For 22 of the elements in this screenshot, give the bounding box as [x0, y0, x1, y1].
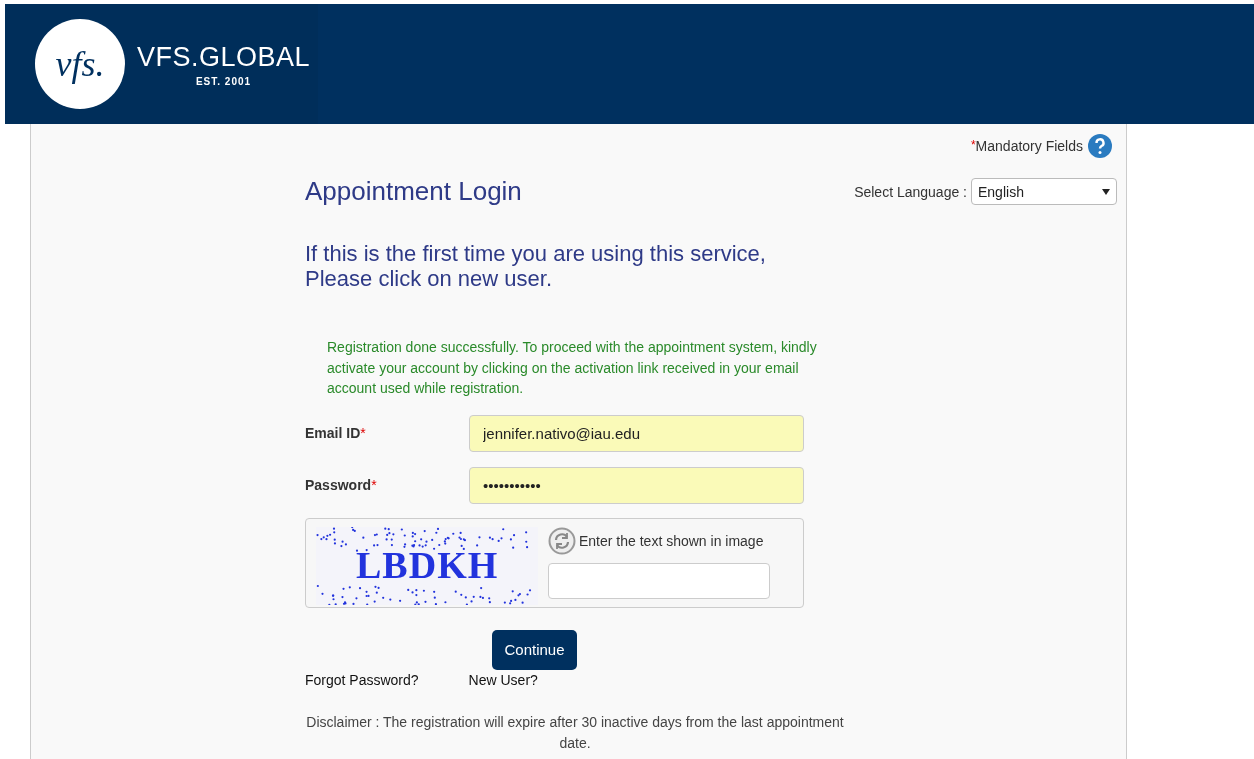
captcha-prompt: Enter the text shown in image: [579, 532, 764, 549]
field-label: Password*: [305, 477, 378, 493]
intro-text: If this is the first time you are using this service, Please click on new user.: [305, 241, 767, 291]
logo-mark: vfs.: [35, 19, 125, 109]
established-text: EST. 2001: [195, 75, 252, 87]
dropdown-caret-icon: [1102, 188, 1110, 195]
email-field[interactable]: jennifer.nativo@iau.edu: [469, 414, 804, 452]
refresh-icon[interactable]: [548, 526, 576, 555]
password-field[interactable]: •••••••••••: [469, 466, 804, 504]
language-label: Select Language :: [854, 183, 967, 200]
help-icon[interactable]: [1088, 134, 1112, 158]
language-select[interactable]: English: [971, 178, 1117, 205]
continue-button[interactable]: Continue: [492, 629, 577, 670]
mandatory-fields-note: *Mandatory Fields: [970, 138, 1083, 154]
brand-name: VFS.GLOBAL: [137, 41, 311, 73]
disclaimer-text: Disclaimer : The registration will expire after 30 inactive days from the last appointment date.: [305, 712, 845, 753]
link[interactable]: New User?: [468, 671, 538, 688]
link[interactable]: Forgot Password?: [305, 671, 419, 688]
captcha-field[interactable]: [548, 562, 770, 599]
success-message: Registration done successfully. To proceed with the appointment system, kindly activate your account by clicking on the activation link received in your email account used while registration.: [327, 338, 817, 398]
page-title: Appointment Login: [305, 176, 522, 207]
field-label: Email ID*: [305, 425, 367, 441]
